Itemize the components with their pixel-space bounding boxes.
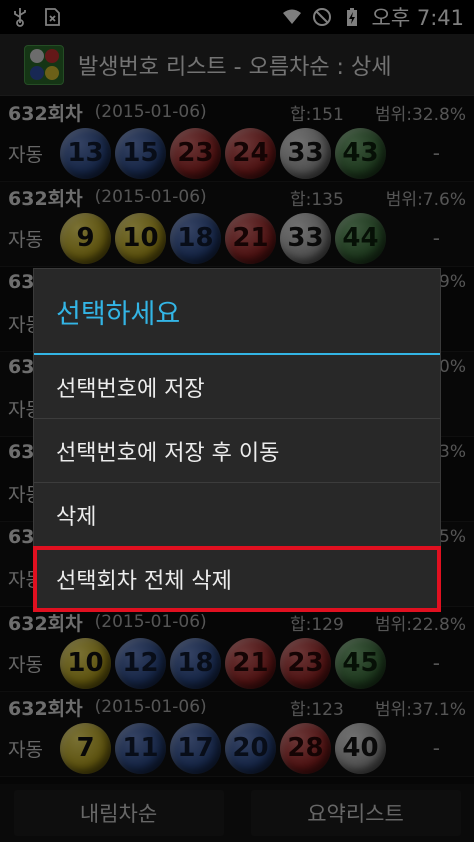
dialog-title: 선택하세요 bbox=[56, 298, 181, 330]
menu-item-delete[interactable]: 삭제 bbox=[34, 483, 440, 547]
menu-item-save-and-go[interactable]: 선택번호에 저장 후 이동 bbox=[34, 419, 440, 483]
select-dialog: 선택하세요 선택번호에 저장 선택번호에 저장 후 이동 삭제 선택회차 전체 … bbox=[33, 268, 441, 612]
menu-item-save-selected[interactable]: 선택번호에 저장 bbox=[34, 355, 440, 419]
menu-item-delete-all-round[interactable]: 선택회차 전체 삭제 bbox=[33, 546, 441, 612]
